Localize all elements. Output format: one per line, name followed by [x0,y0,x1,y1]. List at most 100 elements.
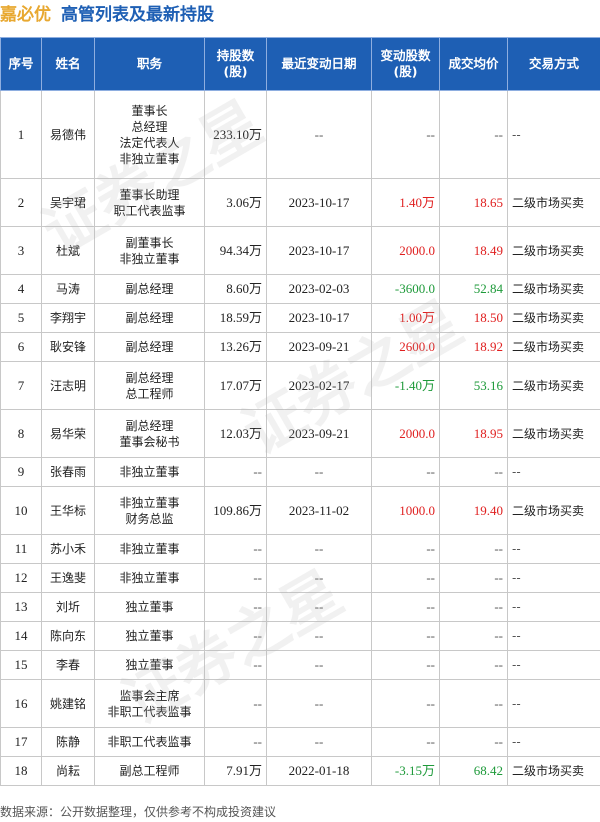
row-date: -- [266,90,372,179]
row-date: -- [266,457,372,487]
row-date: 2023-10-17 [266,226,372,275]
row-role: 副总经理 董事会秘书 [94,409,205,458]
row-method: -- [507,90,600,179]
row-role: 副总工程师 [94,756,205,786]
row-no: 3 [0,226,42,275]
row-role: 非独立董事 [94,534,205,564]
row-date: -- [266,563,372,593]
row-name: 尚耘 [41,756,95,786]
table-row: 13 刘圻 独立董事 -- -- -- -- -- [0,592,600,622]
row-role: 非职工代表监事 [94,727,205,757]
row-role: 非独立董事 财务总监 [94,486,205,535]
row-date: 2023-10-17 [266,303,372,333]
row-price: 68.42 [439,756,508,786]
table-row: 16 姚建铭 监事会主席 非职工代表监事 -- -- -- -- -- [0,679,600,728]
row-method: -- [507,621,600,651]
row-price: 52.84 [439,274,508,304]
row-change: 1.00万 [371,303,440,333]
row-method: -- [507,563,600,593]
row-role: 独立董事 [94,621,205,651]
row-name: 张春雨 [41,457,95,487]
row-no: 2 [0,178,42,227]
row-name: 李春 [41,650,95,680]
row-change: 2600.0 [371,332,440,362]
row-date: 2023-11-02 [266,486,372,535]
row-date: 2023-10-17 [266,178,372,227]
row-shares: -- [204,457,267,487]
row-name: 陈向东 [41,621,95,651]
row-role: 董事长助理 职工代表监事 [94,178,205,227]
row-shares: -- [204,534,267,564]
row-price: -- [439,592,508,622]
header-no: 序号 [0,37,42,91]
row-change: -1.40万 [371,361,440,410]
row-price: 18.95 [439,409,508,458]
table-row: 2 吴宇珺 董事长助理 职工代表监事 3.06万 2023-10-17 1.40万 18.65… [0,178,600,227]
row-role: 监事会主席 非职工代表监事 [94,679,205,728]
table-row: 15 李春 独立董事 -- -- -- -- -- [0,650,600,680]
row-price: 18.49 [439,226,508,275]
table-row: 8 易华荣 副总经理 董事会秘书 12.03万 2023-09-21 2000.0 18.95… [0,409,600,458]
row-name: 王华标 [41,486,95,535]
row-name: 马涛 [41,274,95,304]
row-shares: -- [204,650,267,680]
executives-table: 序号 姓名 职务 持股数 (股) 最近变动日期 变动股数 (股) 成交均价 交易方式… [0,37,600,786]
row-name: 耿安锋 [41,332,95,362]
row-role: 非独立董事 [94,563,205,593]
row-role: 非独立董事 [94,457,205,487]
header-name: 姓名 [41,37,95,91]
row-change: 2000.0 [371,409,440,458]
row-method: -- [507,457,600,487]
row-change: -- [371,727,440,757]
header-method: 交易方式 [507,37,600,91]
row-change: -- [371,592,440,622]
row-no: 13 [0,592,42,622]
row-method: 二级市场买卖 [507,486,600,535]
row-price: 18.92 [439,332,508,362]
data-source-note: 数据来源：公开数据整理，仅供参考不构成投资建议 [0,805,277,819]
page-subtitle: 高管列表及最新持股 [61,5,214,25]
header-shares: 持股数 (股) [204,37,267,91]
row-method: 二级市场买卖 [507,226,600,275]
row-change: -- [371,90,440,179]
row-no: 10 [0,486,42,535]
row-price: -- [439,457,508,487]
row-method: -- [507,727,600,757]
row-change: -- [371,679,440,728]
row-shares: 233.10万 [204,90,267,179]
row-price: -- [439,621,508,651]
row-name: 易德伟 [41,90,95,179]
row-name: 汪志明 [41,361,95,410]
row-name: 姚建铭 [41,679,95,728]
row-role: 独立董事 [94,650,205,680]
row-price: -- [439,563,508,593]
row-method: -- [507,592,600,622]
table-header-row: 序号 姓名 职务 持股数 (股) 最近变动日期 变动股数 (股) 成交均价 交易方式 [0,37,600,91]
table-row: 7 汪志明 副总经理 总工程师 17.07万 2023-02-17 -1.40万 53.16 二… [0,361,600,410]
row-shares: 13.26万 [204,332,267,362]
row-date: -- [266,679,372,728]
table-row: 14 陈向东 独立董事 -- -- -- -- -- [0,621,600,651]
table-row: 10 王华标 非独立董事 财务总监 109.86万 2023-11-02 1000.0 19.… [0,486,600,535]
row-shares: 17.07万 [204,361,267,410]
table-row: 17 陈静 非职工代表监事 -- -- -- -- -- [0,727,600,757]
header-price: 成交均价 [439,37,508,91]
row-role: 副董事长 非独立董事 [94,226,205,275]
row-change: -- [371,563,440,593]
row-price: -- [439,727,508,757]
row-change: 1.40万 [371,178,440,227]
row-no: 5 [0,303,42,333]
row-role: 董事长 总经理 法定代表人 非独立董事 [94,90,205,179]
row-method: -- [507,534,600,564]
table-row: 3 杜斌 副董事长 非独立董事 94.34万 2023-10-17 2000.0 18.49 二… [0,226,600,275]
company-name: 嘉必优 [0,5,51,25]
row-method: 二级市场买卖 [507,409,600,458]
row-date: -- [266,650,372,680]
row-date: 2023-02-03 [266,274,372,304]
row-date: 2023-09-21 [266,332,372,362]
row-shares: 18.59万 [204,303,267,333]
row-shares: 109.86万 [204,486,267,535]
table-row: 18 尚耘 副总工程师 7.91万 2022-01-18 -3.15万 68.42 二级市场买… [0,756,600,786]
header-role: 职务 [94,37,205,91]
row-price: 19.40 [439,486,508,535]
